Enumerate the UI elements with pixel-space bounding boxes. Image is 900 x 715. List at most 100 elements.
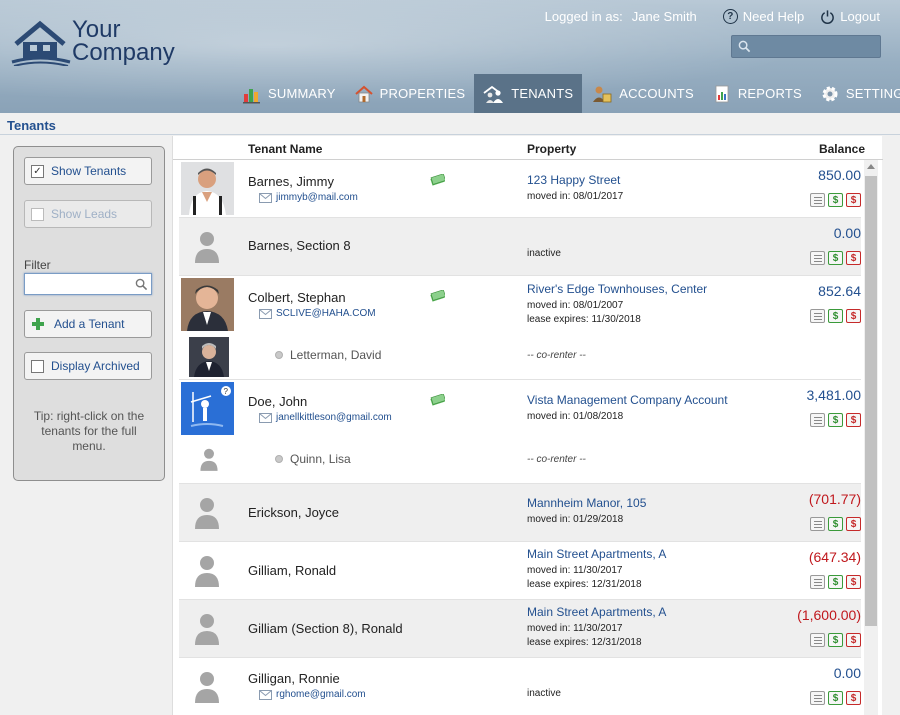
tab-settings-label: SETTINGS bbox=[845, 86, 900, 101]
person-photo-icon bbox=[181, 278, 234, 331]
tenants-icon bbox=[483, 85, 504, 103]
tenant-status: inactive bbox=[527, 248, 561, 259]
money-icon[interactable] bbox=[430, 394, 445, 406]
corenter-item[interactable]: Quinn, Lisa bbox=[275, 452, 351, 466]
person-placeholder-icon bbox=[195, 556, 219, 587]
tab-tenants[interactable]: TENANTS bbox=[474, 74, 583, 113]
tenant-email[interactable]: jimmyb@mail.com bbox=[259, 192, 358, 203]
house-logo-icon bbox=[11, 20, 71, 66]
charge-button[interactable]: $ bbox=[846, 193, 861, 207]
tenant-email[interactable]: janellkittleson@gmail.com bbox=[259, 412, 392, 423]
display-archived-toggle[interactable]: Display Archived bbox=[24, 352, 152, 380]
tenant-name[interactable]: Barnes, Section 8 bbox=[248, 238, 351, 253]
table-row[interactable]: Colbert, Stephan SCLIVE@HAHA.COM River's… bbox=[179, 276, 861, 380]
receive-payment-button[interactable]: $ bbox=[828, 517, 843, 531]
balance-amount: 850.00 bbox=[818, 167, 861, 183]
help-link[interactable]: ? Need Help bbox=[722, 8, 804, 24]
receive-payment-button[interactable]: $ bbox=[828, 633, 843, 647]
money-icon[interactable] bbox=[430, 174, 445, 186]
filter-input[interactable] bbox=[24, 273, 152, 295]
property-link[interactable]: 123 Happy Street bbox=[527, 173, 620, 187]
charge-button[interactable]: $ bbox=[846, 309, 861, 323]
add-tenant-label: Add a Tenant bbox=[54, 317, 125, 331]
notes-button[interactable] bbox=[810, 633, 825, 647]
charge-button[interactable]: $ bbox=[846, 691, 861, 705]
show-leads-toggle[interactable]: Show Leads bbox=[24, 200, 152, 228]
money-icon[interactable] bbox=[430, 290, 445, 302]
email-text: janellkittleson@gmail.com bbox=[276, 412, 392, 423]
gear-icon bbox=[822, 86, 838, 101]
receive-payment-button[interactable]: $ bbox=[828, 575, 843, 589]
house-icon bbox=[354, 85, 373, 102]
balance-amount: (701.77) bbox=[808, 491, 861, 507]
tenant-name[interactable]: Barnes, Jimmy bbox=[248, 174, 334, 189]
add-tenant-button[interactable]: Add a Tenant bbox=[24, 310, 152, 338]
row-actions: $ $ bbox=[810, 575, 861, 589]
lease-expiry: lease expires: 11/30/2018 bbox=[527, 314, 641, 325]
tab-reports[interactable]: REPORTS bbox=[703, 74, 811, 113]
tab-properties[interactable]: PROPERTIES bbox=[345, 74, 475, 113]
table-row[interactable]: Gilligan, Ronnie rghome@gmail.com inacti… bbox=[179, 658, 861, 715]
property-link[interactable]: Mannheim Manor, 105 bbox=[527, 496, 646, 510]
tab-accounts[interactable]: ACCOUNTS bbox=[582, 74, 703, 113]
corenter-photo bbox=[189, 337, 229, 377]
property-link[interactable]: Vista Management Company Account bbox=[527, 393, 728, 407]
receive-payment-button[interactable]: $ bbox=[828, 309, 843, 323]
receive-payment-button[interactable]: $ bbox=[828, 691, 843, 705]
col-property[interactable]: Property bbox=[527, 142, 576, 156]
title-divider bbox=[0, 134, 900, 135]
property-link[interactable]: Main Street Apartments, A bbox=[527, 547, 666, 561]
person-placeholder-icon bbox=[195, 232, 219, 263]
corenter-item[interactable]: Letterman, David bbox=[275, 348, 381, 362]
tenant-email[interactable]: SCLIVE@HAHA.COM bbox=[259, 308, 376, 319]
receive-payment-button[interactable]: $ bbox=[828, 193, 843, 207]
tab-settings[interactable]: SETTINGS bbox=[811, 74, 900, 113]
charge-button[interactable]: $ bbox=[846, 633, 861, 647]
notes-button[interactable] bbox=[810, 251, 825, 265]
table-row[interactable]: Gilliam (Section 8), Ronald Main Street … bbox=[179, 600, 861, 658]
charge-button[interactable]: $ bbox=[846, 517, 861, 531]
tab-summary[interactable]: SUMMARY bbox=[233, 74, 345, 113]
search-input[interactable] bbox=[731, 35, 881, 58]
company-logo[interactable]: Your Company bbox=[10, 18, 210, 78]
tenant-photo bbox=[181, 278, 234, 331]
col-balance[interactable]: Balance bbox=[819, 142, 865, 156]
show-tenants-toggle[interactable]: ✓ Show Tenants bbox=[24, 157, 152, 185]
tenant-name[interactable]: Gilliam, Ronald bbox=[248, 563, 336, 578]
table-row[interactable]: Erickson, Joyce Mannheim Manor, 105 move… bbox=[179, 484, 861, 542]
tenant-name[interactable]: Doe, John bbox=[248, 394, 307, 409]
tenant-email[interactable]: rghome@gmail.com bbox=[259, 689, 366, 700]
vertical-scrollbar[interactable] bbox=[864, 160, 878, 715]
tenant-name[interactable]: Erickson, Joyce bbox=[248, 505, 339, 520]
charge-button[interactable]: $ bbox=[846, 251, 861, 265]
scrollbar-thumb[interactable] bbox=[865, 176, 877, 626]
receive-payment-button[interactable]: $ bbox=[828, 413, 843, 427]
charge-button[interactable]: $ bbox=[846, 413, 861, 427]
radio-dot-icon bbox=[275, 351, 283, 359]
table-row[interactable]: Gilliam, Ronald Main Street Apartments, … bbox=[179, 542, 861, 600]
property-link[interactable]: River's Edge Townhouses, Center bbox=[527, 282, 707, 296]
envelope-icon bbox=[259, 689, 272, 700]
notes-button[interactable] bbox=[810, 575, 825, 589]
brand-line-2: Company bbox=[72, 39, 175, 66]
col-tenant-name[interactable]: Tenant Name bbox=[248, 142, 322, 156]
notes-button[interactable] bbox=[810, 691, 825, 705]
notes-button[interactable] bbox=[810, 517, 825, 531]
table-row[interactable]: Barnes, Section 8 inactive 0.00 $ $ bbox=[179, 218, 861, 276]
table-row[interactable]: Barnes, Jimmy jimmyb@mail.com 123 Happy … bbox=[179, 160, 861, 218]
notes-button[interactable] bbox=[810, 193, 825, 207]
tenant-name[interactable]: Gilligan, Ronnie bbox=[248, 671, 340, 686]
notes-button[interactable] bbox=[810, 413, 825, 427]
notes-button[interactable] bbox=[810, 309, 825, 323]
checkbox-icon bbox=[31, 207, 44, 221]
tenant-name[interactable]: Colbert, Stephan bbox=[248, 290, 346, 305]
charge-button[interactable]: $ bbox=[846, 575, 861, 589]
table-row[interactable]: ? Doe, John janellkittleson@gmail.com Vi… bbox=[179, 380, 861, 484]
scroll-up-arrow-icon[interactable] bbox=[867, 164, 875, 169]
logout-link[interactable]: Logout bbox=[820, 9, 880, 24]
receive-payment-button[interactable]: $ bbox=[828, 251, 843, 265]
row-actions: $ $ bbox=[810, 517, 861, 531]
svg-text:?: ? bbox=[224, 387, 229, 396]
tenant-name[interactable]: Gilliam (Section 8), Ronald bbox=[248, 621, 403, 636]
property-link[interactable]: Main Street Apartments, A bbox=[527, 605, 666, 619]
